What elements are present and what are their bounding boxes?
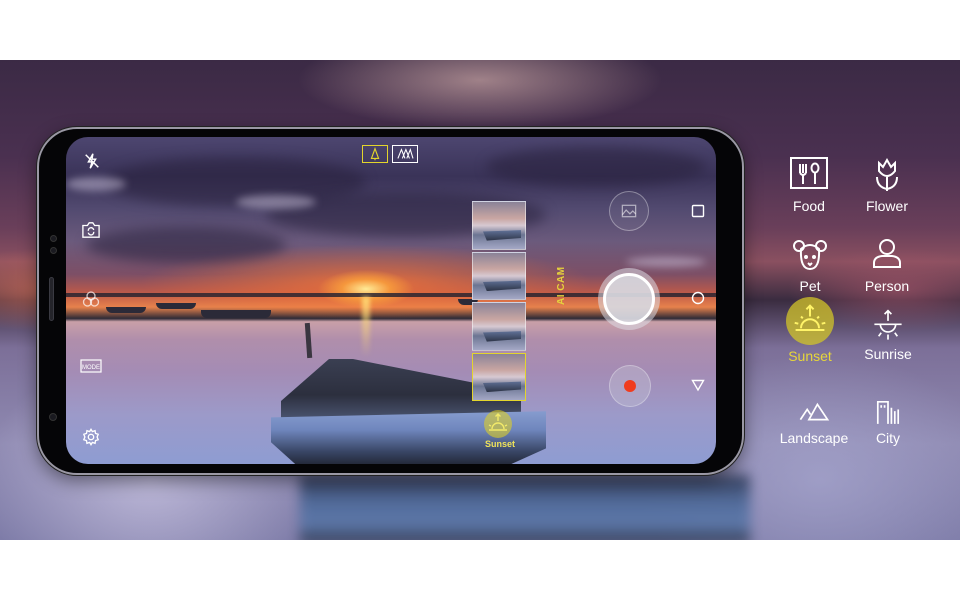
distant-boat xyxy=(156,303,196,309)
scene-food[interactable]: Food xyxy=(769,155,849,214)
cloud-highlight xyxy=(626,257,706,267)
settings-gear-icon[interactable] xyxy=(82,428,100,446)
cloud-highlight xyxy=(66,177,126,191)
boat-post xyxy=(304,322,313,359)
wide-lens-button[interactable] xyxy=(392,145,418,163)
switch-camera-icon[interactable] xyxy=(81,221,101,239)
city-icon xyxy=(871,397,905,427)
cloud xyxy=(86,227,286,263)
detected-scene-badge xyxy=(484,410,512,438)
scene-pet[interactable]: Pet xyxy=(770,235,850,294)
svg-text:MODE: MODE xyxy=(82,365,100,371)
gallery-button[interactable] xyxy=(609,191,649,231)
scene-label: Pet xyxy=(799,278,821,294)
record-icon xyxy=(624,380,636,392)
recents-square-icon[interactable] xyxy=(691,204,705,218)
scene-label: Sunrise xyxy=(864,346,912,362)
sunset-icon xyxy=(786,297,834,345)
landscape-icon xyxy=(797,397,831,427)
cloud-highlight xyxy=(236,195,316,209)
scene-preview-strip xyxy=(472,201,526,401)
scene-preview-thumbnail[interactable] xyxy=(472,201,526,250)
flash-off-icon[interactable] xyxy=(83,152,101,170)
scene-sunset[interactable]: Sunset xyxy=(770,297,850,364)
scene-person[interactable]: Person xyxy=(847,235,927,294)
front-camera-icon xyxy=(50,235,57,242)
scene-city[interactable]: City xyxy=(848,397,928,446)
scene-label: Person xyxy=(864,278,910,294)
proximity-sensor-icon xyxy=(49,413,57,421)
scene-label: City xyxy=(875,430,901,446)
sun-reflection xyxy=(362,297,370,357)
cloud xyxy=(486,147,706,187)
person-icon xyxy=(867,235,907,275)
speaker-grille xyxy=(49,277,54,321)
scene-label: Sunset xyxy=(788,348,832,364)
scene-label: Landscape xyxy=(779,430,849,446)
record-video-button[interactable] xyxy=(609,365,651,407)
scene-preview-thumbnail[interactable] xyxy=(472,302,526,351)
mode-icon[interactable]: MODE xyxy=(80,359,102,373)
shutter-button[interactable] xyxy=(603,273,655,325)
sunrise-icon xyxy=(871,309,905,343)
back-triangle-icon[interactable] xyxy=(691,378,705,392)
distant-boat xyxy=(106,307,146,313)
scene-sunrise[interactable]: Sunrise xyxy=(848,309,928,362)
scene-flower[interactable]: Flower xyxy=(847,155,927,214)
distant-boat xyxy=(201,310,271,318)
scene-label: Flower xyxy=(865,198,908,214)
background-boat-blur xyxy=(300,475,750,540)
front-sensor-icon xyxy=(50,247,57,254)
scene-landscape[interactable]: Landscape xyxy=(774,397,854,446)
filter-icon[interactable] xyxy=(81,289,101,309)
scene-label: Food xyxy=(793,198,825,214)
scene-preview-thumbnail-active[interactable] xyxy=(472,352,526,401)
food-icon xyxy=(789,155,829,195)
detected-scene-label: Sunset xyxy=(484,439,515,449)
home-circle-icon[interactable] xyxy=(691,291,705,305)
flower-icon xyxy=(867,155,907,195)
standard-lens-button[interactable] xyxy=(362,145,388,163)
pet-icon xyxy=(790,235,830,275)
scene-preview-thumbnail[interactable] xyxy=(472,251,526,300)
ai-cam-label: AI CAM xyxy=(556,266,567,305)
camera-viewfinder[interactable]: MODE AI CAM Sunset xyxy=(66,137,716,464)
